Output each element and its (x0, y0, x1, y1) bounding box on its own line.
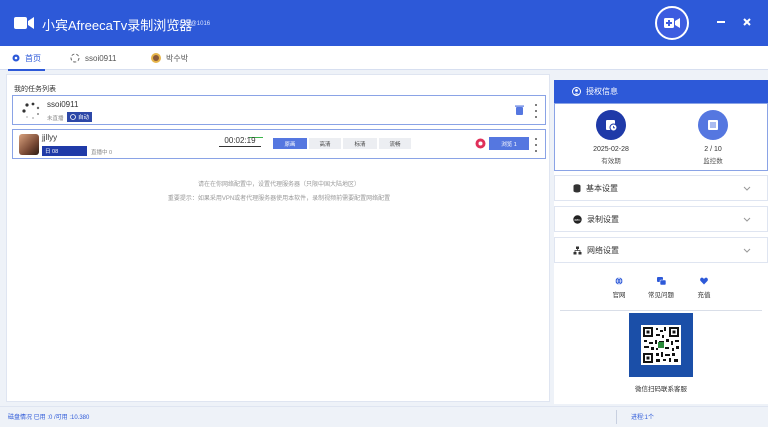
monitor-circle (698, 110, 728, 140)
home-icon (12, 54, 20, 62)
tab-label: ssoi0911 (85, 53, 117, 63)
loading-icon (70, 53, 80, 63)
qr-code-icon (641, 325, 681, 365)
more-icon[interactable] (533, 138, 539, 152)
expiry-info: 2025-02-28 有效期 (571, 110, 651, 165)
official-site-link[interactable]: 官网 (599, 277, 639, 299)
trash-icon[interactable] (515, 105, 524, 115)
tab-home[interactable]: 首页 (8, 46, 45, 71)
auth-body: 2025-02-28 有效期 2 / 10 监控数 (554, 103, 768, 171)
link-label: 充值 (697, 292, 711, 299)
task-name: jjllyy (42, 133, 58, 142)
tab-label: 首页 (25, 53, 41, 63)
task-list-panel: 我的任务列表 ssoi0911 未直播 自动 jjllyy 日 08 直播中 0 (6, 74, 550, 402)
expiry-value: 2025-02-28 (593, 146, 629, 153)
auth-header: 授权信息 (554, 80, 768, 103)
loading-icon (22, 102, 40, 119)
quality-sd-button[interactable]: 标清 (343, 138, 377, 149)
duration-underline (219, 146, 261, 147)
qr-caption: 微信扫码联系客服 (635, 386, 687, 393)
divider (560, 310, 762, 311)
quality-smooth-button[interactable]: 流畅 (379, 138, 411, 149)
heart-icon (700, 277, 708, 285)
side-panel: 授权信息 2025-02-28 有效期 2 / 10 监控数 基本设置 REC … (554, 80, 768, 404)
status-separator (616, 410, 617, 424)
tab-bar: 首页 ssoi0911 박수박 (0, 46, 768, 71)
database-icon (573, 183, 581, 192)
minimize-button[interactable] (714, 15, 728, 29)
tab-label: 박수박 (166, 53, 189, 63)
rec-icon: REC (573, 214, 582, 224)
level-badge: 日 08 (42, 146, 87, 156)
wechat-qr-code (629, 313, 693, 377)
link-label: 常见问题 (648, 292, 674, 299)
chevron-down-icon (743, 248, 751, 253)
video-add-icon (664, 18, 680, 28)
browse-button[interactable]: 浏览 1 (489, 137, 529, 150)
avatar (19, 134, 39, 155)
task-status: 未直播 (47, 116, 64, 122)
globe-icon (615, 277, 623, 285)
auto-icon (70, 114, 76, 120)
minimize-icon (717, 21, 725, 23)
chevron-down-icon (743, 217, 751, 222)
task-row[interactable]: ssoi0911 未直播 自动 (12, 95, 546, 125)
monitor-info: 2 / 10 监控数 (673, 110, 753, 165)
chevron-down-icon (743, 186, 751, 191)
disk-status: 磁盘情况 已用 :0 /可用 :10.380 (8, 415, 90, 421)
task-row[interactable]: jjllyy 日 08 直播中 0 00:02:19 原画 高清 标清 流畅 浏… (12, 129, 546, 159)
setting-label: 网络设置 (587, 245, 619, 255)
basic-settings-row[interactable]: 基本设置 (554, 175, 768, 201)
app-title: 小宾AfreecaTv录制浏览器 (42, 18, 193, 33)
monitor-label: 监控数 (703, 158, 723, 165)
setting-label: 录制设置 (587, 214, 619, 224)
setting-label: 基本设置 (586, 183, 618, 193)
user-icon (572, 87, 581, 96)
recharge-link[interactable]: 充值 (684, 277, 724, 299)
avatar-icon (151, 53, 161, 63)
monitor-value: 2 / 10 (704, 146, 722, 153)
close-icon (743, 18, 751, 26)
record-duration: 00:02:19 (224, 136, 256, 145)
svg-text:REC: REC (574, 217, 580, 221)
network-settings-row[interactable]: 网络设置 (554, 237, 768, 263)
close-button[interactable] (740, 15, 754, 29)
quality-original-button[interactable]: 原画 (273, 138, 307, 149)
auto-badge[interactable]: 自动 (67, 112, 93, 122)
live-icon (475, 138, 486, 149)
tab-ssoi0911[interactable]: ssoi0911 (70, 46, 116, 70)
auth-header-label: 授权信息 (586, 87, 618, 96)
task-status: 直播中 0 (91, 150, 113, 156)
video-camera-icon (14, 17, 34, 29)
expiry-label: 有效期 (601, 158, 621, 165)
auto-badge-label: 自动 (78, 115, 90, 121)
level-badge-label: 日 08 (45, 149, 59, 155)
record-settings-row[interactable]: REC 录制设置 (554, 206, 768, 232)
more-icon[interactable] (533, 104, 539, 118)
quick-links: 官网 常见问题 充值 (554, 277, 768, 307)
task-name: ssoi0911 (47, 100, 79, 109)
title-bar: 小宾AfreecaTv录制浏览器 v1.14@1016 (0, 0, 768, 46)
task-list-title: 我的任务列表 (14, 86, 56, 93)
quality-hd-button[interactable]: 高清 (309, 138, 341, 149)
expiry-circle (596, 110, 626, 140)
process-status: 进程:1个 (631, 415, 655, 421)
clock-icon (606, 120, 618, 132)
faq-link[interactable]: 常见问题 (641, 277, 681, 299)
network-icon (573, 246, 582, 254)
list-icon (708, 120, 718, 130)
app-version: v1.14@1016 (176, 21, 211, 27)
tab-park[interactable]: 박수박 (151, 46, 188, 70)
record-button[interactable] (655, 6, 689, 40)
proxy-notice: 请在在你网络配置中，设置代理服务器（只限中国大陆地区） (197, 182, 360, 188)
status-bar: 磁盘情况 已用 :0 /可用 :10.380 进程:1个 (0, 406, 768, 427)
chat-icon (656, 277, 666, 285)
important-notice: 重要提示：如果采用VPN或者代理服务器使用本软件，录制视频前需要配置网络配置 (167, 196, 391, 202)
link-label: 官网 (612, 292, 626, 299)
